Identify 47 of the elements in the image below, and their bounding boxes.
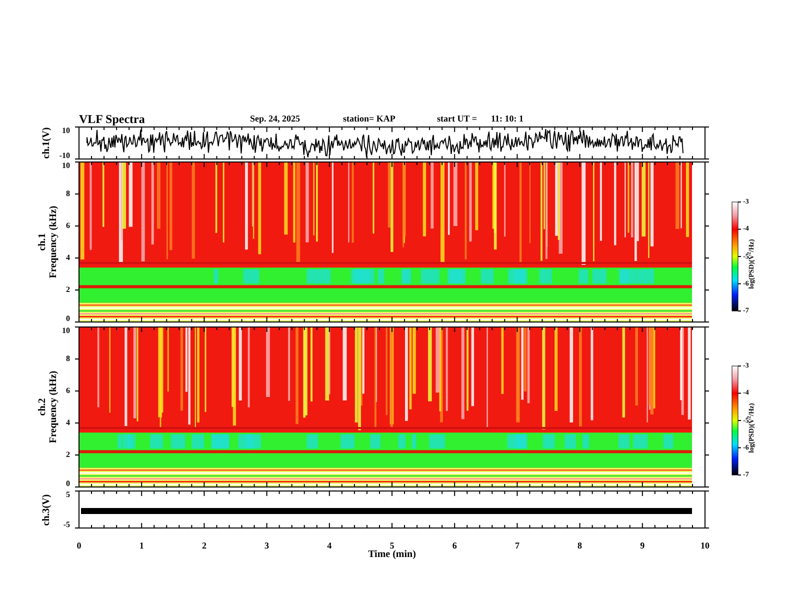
y-axis-label: ch.3(V) xyxy=(42,494,52,526)
tick-mark xyxy=(738,447,742,448)
y-tick-label: 6 xyxy=(66,387,70,395)
x-tick-label: 8 xyxy=(578,542,582,550)
y-tick-label: 2 xyxy=(66,451,70,459)
tick-mark xyxy=(738,256,742,257)
x-tick-label: 7 xyxy=(514,542,520,550)
x-axis-label: Time (min) xyxy=(368,550,416,560)
tick-mark xyxy=(738,474,742,476)
y-tick-label: 8 xyxy=(66,190,70,198)
x-tick-label: 4 xyxy=(327,542,332,550)
y-tick-label: 5 xyxy=(66,491,70,499)
x-tick-label: 2 xyxy=(202,542,206,550)
station-label: station= KAP xyxy=(343,114,396,124)
tick-mark xyxy=(738,310,742,312)
y-tick-label: 4 xyxy=(66,254,70,262)
tick-mark xyxy=(738,228,742,230)
x-tick-label: 6 xyxy=(452,542,457,550)
y-tick-label: 10 xyxy=(62,127,70,135)
x-tick-label: 1 xyxy=(139,542,144,550)
x-tick-label: 5 xyxy=(390,542,394,550)
y-tick-label: -5 xyxy=(63,521,70,529)
y-tick-label: 2 xyxy=(66,286,70,294)
y-axis-label: Frequency (kHz) xyxy=(49,206,59,278)
channel-label: ch.2 xyxy=(38,398,48,416)
tick-mark xyxy=(738,420,742,421)
y-tick-label: 10 xyxy=(62,327,70,335)
date-label: Sep. 24, 2025 xyxy=(250,114,300,124)
start-time-value: 11: 10: 1 xyxy=(491,114,524,124)
y-tick-label: 0 xyxy=(66,480,70,488)
x-tick-label: 0 xyxy=(76,542,82,550)
x-tick-label: 10 xyxy=(700,542,710,550)
start-time-label: start UT = xyxy=(437,114,477,124)
plot-title: VLF Spectra xyxy=(79,113,145,125)
y-tick-label: -10 xyxy=(59,152,70,160)
y-tick-label: 0 xyxy=(66,315,70,323)
x-tick-label: 3 xyxy=(264,542,270,550)
tick-mark xyxy=(738,283,742,284)
y-axis-label: Frequency (kHz) xyxy=(49,370,59,444)
tick-mark xyxy=(738,392,742,394)
y-tick-label: 6 xyxy=(66,222,70,230)
y-tick-label: 4 xyxy=(66,419,70,427)
channel-label: ch.1 xyxy=(38,233,48,251)
y-axis-label: ch.1(V) xyxy=(42,127,52,159)
x-tick-label: 9 xyxy=(640,542,645,550)
y-tick-label: 10 xyxy=(62,162,70,170)
y-tick-label: 8 xyxy=(66,355,70,363)
